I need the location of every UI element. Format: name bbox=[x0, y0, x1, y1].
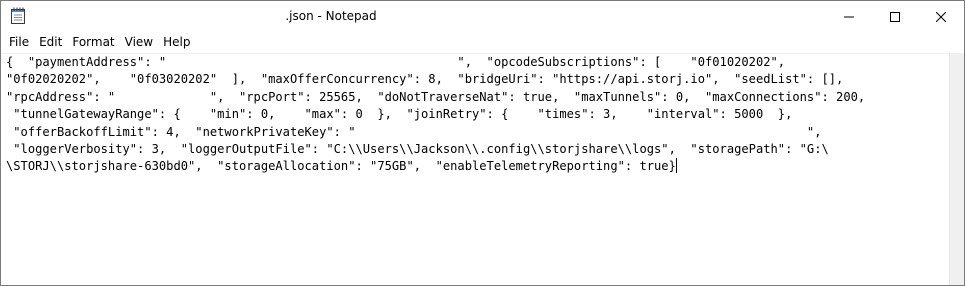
editor-line: "tunnelGatewayRange": { "min": 0, "max":… bbox=[6, 107, 793, 122]
editor-line-last: \STORJ\\storjshare-630bd0", "storageAllo… bbox=[6, 158, 949, 175]
maximize-icon bbox=[890, 7, 900, 26]
menu-format[interactable]: Format bbox=[67, 32, 119, 52]
notepad-window: .json - Notepad File Edit Format View He… bbox=[0, 0, 965, 286]
maximize-button[interactable] bbox=[872, 1, 918, 31]
editor-line: "loggerVerbosity": 3, "loggerOutputFile"… bbox=[6, 141, 829, 156]
vertical-scrollbar[interactable] bbox=[949, 53, 964, 285]
close-button[interactable] bbox=[918, 1, 964, 31]
minimize-button[interactable] bbox=[826, 1, 872, 31]
editor-line: "rpcAddress": " ", "rpcPort": 25565, "do… bbox=[6, 89, 866, 104]
menu-view[interactable]: View bbox=[120, 32, 158, 52]
menu-file[interactable]: File bbox=[4, 32, 34, 52]
close-icon bbox=[935, 7, 947, 26]
window-title: .json - Notepad bbox=[285, 9, 377, 23]
editor-line-text: \STORJ\\storjshare-630bd0", "storageAllo… bbox=[6, 159, 676, 174]
menu-bar: File Edit Format View Help bbox=[1, 31, 964, 53]
editor-line: "0f02020202", "0f03020202" ], "maxOfferC… bbox=[6, 72, 844, 87]
editor-line: "offerBackoffLimit": 4, "networkPrivateK… bbox=[6, 124, 822, 139]
menu-help[interactable]: Help bbox=[158, 32, 195, 52]
minimize-icon bbox=[844, 7, 854, 26]
editor-line: { "paymentAddress": " ", "opcodeSubscrip… bbox=[6, 55, 786, 69]
title-bar[interactable]: .json - Notepad bbox=[1, 1, 964, 31]
text-caret bbox=[675, 158, 677, 174]
text-editor-area[interactable]: { "paymentAddress": " ", "opcodeSubscrip… bbox=[1, 53, 949, 285]
menu-edit[interactable]: Edit bbox=[34, 32, 67, 52]
